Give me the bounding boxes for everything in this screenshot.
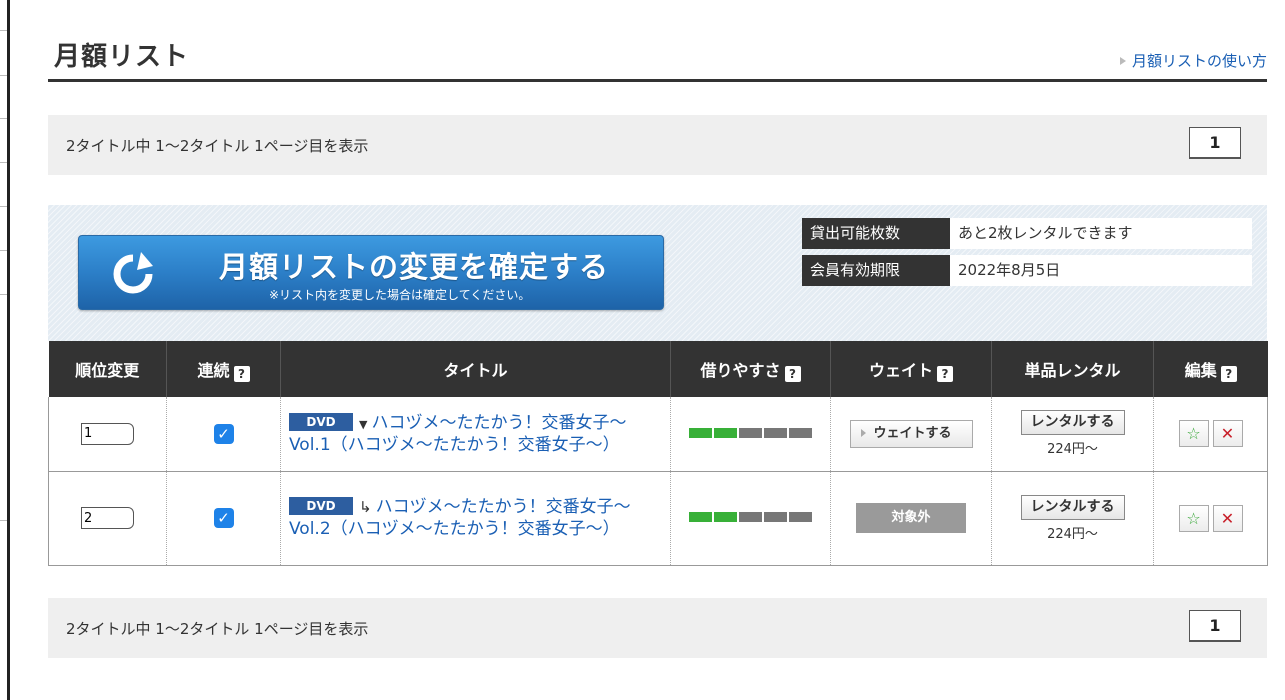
left-edge: [0, 0, 10, 700]
dvd-badge: DVD: [289, 497, 353, 515]
edit-cell: ☆ ✕: [1153, 471, 1268, 566]
edit-cell: ☆ ✕: [1153, 397, 1268, 472]
favorite-button[interactable]: ☆: [1178, 504, 1209, 532]
page-title: 月額リスト: [54, 42, 190, 72]
table-row: ✓ DVD▼ハコヅメ〜たたかう！交番女子〜 Vol.1（ハコヅメ〜たたかう！交番…: [48, 397, 1268, 472]
subdirectory-arrow-icon: ↳: [359, 498, 372, 516]
triangle-right-icon: [1119, 56, 1126, 65]
close-icon: ✕: [1220, 508, 1235, 528]
not-applicable-badge: 対象外: [856, 503, 966, 533]
star-icon: ☆: [1186, 424, 1201, 444]
pager-summary: 2タイトル中 1〜2タイトル 1ページ目を表示: [66, 137, 369, 155]
triangle-right-icon: [860, 428, 866, 437]
availability-segment: [739, 512, 762, 522]
pager-top: 2タイトル中 1〜2タイトル 1ページ目を表示 1: [48, 115, 1267, 175]
availability-segment: [714, 512, 737, 522]
delete-button[interactable]: ✕: [1212, 504, 1243, 532]
list-control-panel: 月額リストの変更を確定する ※リスト内を変更した場合は確定してください。 貸出可…: [48, 205, 1267, 341]
confirm-note: ※リスト内を変更した場合は確定してください。: [269, 288, 531, 302]
page-header: 月額リスト 月額リストの使い方: [48, 32, 1267, 82]
info-label: 会員有効期限: [802, 255, 950, 286]
header-title: タイトル: [280, 341, 671, 397]
pager-bottom: 2タイトル中 1〜2タイトル 1ページ目を表示 1: [48, 598, 1267, 658]
header-single-rental: 単品レンタル: [991, 341, 1154, 397]
availability-segment: [764, 512, 787, 522]
availability-segment: [689, 512, 712, 522]
refresh-icon: [113, 252, 153, 294]
help-icon[interactable]: ?: [233, 365, 250, 382]
info-value: あと2枚レンタルできます: [950, 218, 1252, 249]
single-rental-cell: レンタルする 224円〜: [991, 471, 1154, 566]
price: 224円〜: [1047, 442, 1098, 458]
rank-cell: [48, 397, 167, 472]
header-continuous: 連続?: [166, 341, 281, 397]
availability-meter: [689, 427, 812, 438]
rank-input[interactable]: [81, 422, 134, 445]
availability-cell: [670, 471, 831, 566]
help-link[interactable]: 月額リストの使い方: [1119, 50, 1267, 71]
header-availability: 借りやすさ?: [670, 341, 831, 397]
availability-segment: [739, 427, 762, 438]
title-cell: DVD ▼ ハコヅメ〜たたかう！交番女子〜 Vol.1（ハコヅメ〜たたかう！交番女子…: [280, 397, 671, 472]
checkbox-checked-icon[interactable]: ✓: [213, 508, 234, 528]
rank-input[interactable]: [81, 507, 134, 529]
triangle-down-icon: ▼: [359, 417, 368, 431]
page-number-button[interactable]: 1: [1189, 127, 1241, 159]
help-icon[interactable]: ?: [1220, 365, 1237, 382]
info-label: 貸出可能枚数: [802, 218, 950, 249]
help-link-label: 月額リストの使い方: [1131, 52, 1267, 70]
help-icon[interactable]: ?: [784, 365, 801, 382]
help-icon[interactable]: ?: [937, 365, 953, 382]
wait-button[interactable]: ウェイトする: [849, 419, 973, 448]
single-rental-cell: レンタルする 224円〜: [991, 397, 1154, 472]
close-icon: ✕: [1220, 424, 1235, 444]
checkbox-checked-icon[interactable]: ✓: [213, 423, 234, 444]
wait-cell: ウェイトする: [830, 397, 992, 472]
info-value: 2022年8月5日: [950, 255, 1252, 286]
continuous-cell: ✓: [166, 397, 281, 472]
continuous-cell: ✓: [166, 471, 281, 566]
availability-segment: [789, 512, 812, 522]
rental-list-table: 順位変更 連続? タイトル 借りやすさ? ウェイト? 単品レンタル 編集? ✓ …: [48, 341, 1268, 566]
header-edit: 編集?: [1153, 341, 1268, 397]
header-rank: 順位変更: [48, 341, 167, 397]
availability-segment: [689, 427, 712, 438]
info-row-expiry: 会員有効期限 2022年8月5日: [802, 255, 1252, 286]
table-header-row: 順位変更 連続? タイトル 借りやすさ? ウェイト? 単品レンタル 編集?: [48, 341, 1268, 397]
pager-summary: 2タイトル中 1〜2タイトル 1ページ目を表示: [66, 620, 369, 638]
rent-button[interactable]: レンタルする: [1020, 494, 1125, 520]
member-info: 貸出可能枚数 あと2枚レンタルできます 会員有効期限 2022年8月5日: [802, 218, 1252, 292]
confirm-label: 月額リストの変更を確定する: [219, 250, 610, 284]
header-wait: ウェイト?: [830, 341, 992, 397]
favorite-button[interactable]: ☆: [1178, 420, 1209, 448]
info-row-rentable: 貸出可能枚数 あと2枚レンタルできます: [802, 218, 1252, 249]
availability-segment: [764, 427, 787, 438]
price: 224円〜: [1047, 526, 1098, 542]
rent-button[interactable]: レンタルする: [1020, 410, 1125, 436]
dvd-badge: DVD: [289, 412, 353, 431]
rank-cell: [48, 471, 167, 566]
title-cell: DVD ↳ ハコヅメ〜たたかう！交番女子〜 Vol.2（ハコヅメ〜たたかう！交番女子…: [280, 471, 671, 566]
availability-segment: [714, 427, 737, 438]
delete-button[interactable]: ✕: [1212, 420, 1243, 448]
availability-cell: [670, 397, 831, 472]
availability-segment: [789, 427, 812, 438]
page-number-button[interactable]: 1: [1189, 610, 1241, 642]
confirm-list-button[interactable]: 月額リストの変更を確定する ※リスト内を変更した場合は確定してください。: [78, 235, 664, 310]
star-icon: ☆: [1186, 508, 1201, 528]
wait-cell: 対象外: [830, 471, 992, 566]
table-row: ✓ DVD↳ハコヅメ〜たたかう！交番女子〜 Vol.2（ハコヅメ〜たたかう！交番…: [48, 471, 1268, 566]
availability-meter: [689, 512, 812, 522]
